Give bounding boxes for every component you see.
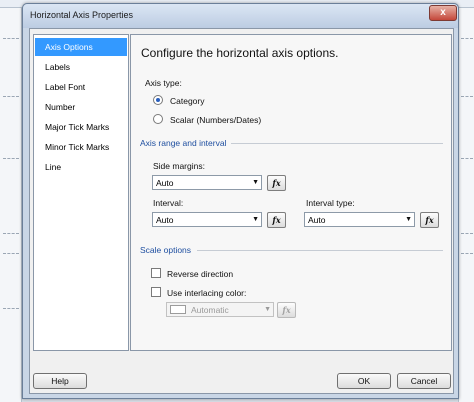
interval-dropdown[interactable]: Auto ▼ (152, 212, 262, 227)
category-radio-label[interactable]: Category (170, 96, 205, 106)
nav-item-axis-options[interactable]: Axis Options (35, 38, 127, 56)
nav-item-number[interactable]: Number (35, 98, 127, 116)
nav-item-minor-tick-marks[interactable]: Minor Tick Marks (35, 138, 127, 156)
interval-expression-button[interactable]: fx (267, 212, 286, 228)
axis-range-section-title: Axis range and interval (140, 138, 227, 148)
section-divider (197, 250, 443, 251)
reverse-direction-checkbox[interactable] (151, 268, 161, 278)
horizontal-axis-properties-dialog: Horizontal Axis Properties x Axis Option… (22, 3, 459, 399)
nav-item-label-font[interactable]: Label Font (35, 78, 127, 96)
nav-item-major-tick-marks[interactable]: Major Tick Marks (35, 118, 127, 136)
dialog-title: Horizontal Axis Properties (30, 10, 134, 20)
interlacing-color-label[interactable]: Use interlacing color: (167, 288, 246, 298)
side-margins-value: Auto (156, 178, 174, 188)
axis-options-page: Configure the horizontal axis options. A… (130, 34, 452, 351)
nav-item-line[interactable]: Line (35, 158, 127, 176)
reverse-direction-label[interactable]: Reverse direction (167, 269, 233, 279)
background-right-pane (458, 8, 474, 402)
interlacing-color-dropdown[interactable]: Automatic ▼ (166, 302, 274, 317)
interlacing-color-value: Automatic (191, 305, 229, 315)
interval-value: Auto (156, 215, 174, 225)
interval-type-expression-button[interactable]: fx (420, 212, 439, 228)
chevron-down-icon: ▼ (264, 306, 271, 313)
side-margins-expression-button[interactable]: fx (267, 175, 286, 191)
help-button[interactable]: Help (33, 373, 87, 389)
interlacing-color-expression-button[interactable]: fx (277, 302, 296, 318)
axis-type-label: Axis type: (145, 78, 182, 88)
scalar-radio-label[interactable]: Scalar (Numbers/Dates) (170, 115, 261, 125)
section-divider (231, 143, 443, 144)
interval-type-value: Auto (308, 215, 326, 225)
scale-options-section-title: Scale options (140, 245, 192, 255)
cancel-button[interactable]: Cancel (397, 373, 451, 389)
close-icon: x (440, 7, 446, 18)
property-page-list: Axis Options Labels Label Font Number Ma… (33, 34, 129, 351)
background-left-pane (0, 8, 22, 402)
category-radio[interactable] (153, 95, 163, 105)
close-button[interactable]: x (429, 5, 457, 21)
interval-type-label: Interval type: (306, 198, 355, 208)
side-margins-dropdown[interactable]: Auto ▼ (152, 175, 262, 190)
chevron-down-icon: ▼ (252, 179, 259, 186)
interlacing-color-checkbox[interactable] (151, 287, 161, 297)
interval-type-dropdown[interactable]: Auto ▼ (304, 212, 415, 227)
dialog-titlebar[interactable]: Horizontal Axis Properties x (23, 4, 458, 28)
scalar-radio[interactable] (153, 114, 163, 124)
color-swatch (170, 305, 186, 314)
ok-button[interactable]: OK (337, 373, 391, 389)
side-margins-label: Side margins: (153, 161, 205, 171)
chevron-down-icon: ▼ (252, 216, 259, 223)
page-heading: Configure the horizontal axis options. (141, 46, 339, 60)
interval-label: Interval: (153, 198, 184, 208)
dialog-client-area: Axis Options Labels Label Font Number Ma… (29, 28, 454, 394)
nav-item-labels[interactable]: Labels (35, 58, 127, 76)
chevron-down-icon: ▼ (405, 216, 412, 223)
